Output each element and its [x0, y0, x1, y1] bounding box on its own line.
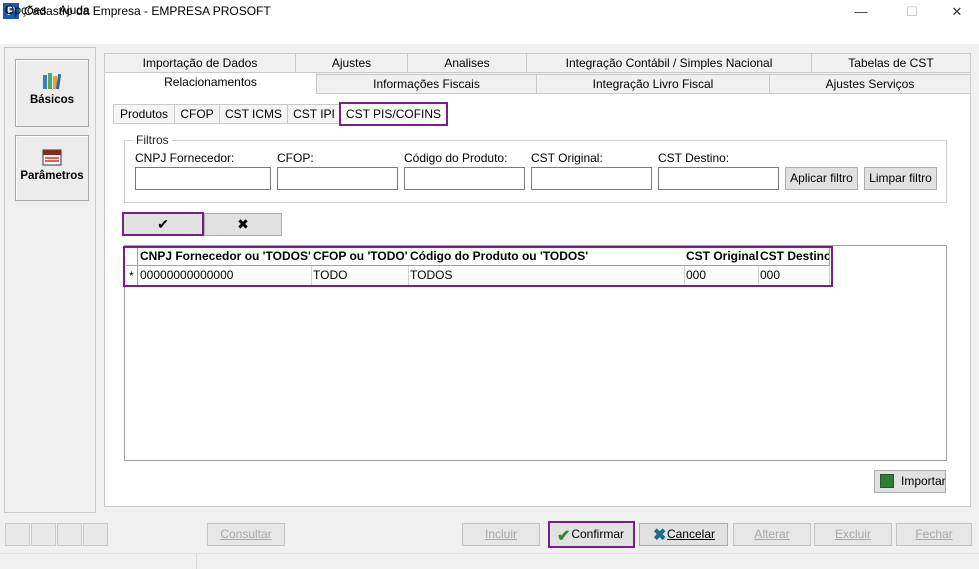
maximize-button[interactable]: ☐ [889, 0, 935, 24]
minimize-button[interactable]: — [838, 0, 884, 24]
cst-destino-input[interactable] [658, 167, 779, 190]
cst-destino-label: CST Destino: [658, 151, 730, 165]
codigo-label: Código do Produto: [404, 151, 508, 165]
apply-filter-button[interactable]: Aplicar filtro [785, 167, 858, 190]
nav-cancel-button[interactable]: ✖ [204, 213, 282, 236]
tab-integracao-contabil[interactable]: Integração Contábil / Simples Nacional [526, 53, 812, 73]
excluir-button[interactable]: Excluir [814, 523, 892, 546]
tab-analises[interactable]: Analises [407, 53, 527, 73]
basicos-label: Básicos [29, 94, 75, 106]
subtab-cst-icms[interactable]: CST ICMS [219, 104, 288, 124]
alterar-button[interactable]: Alterar [733, 523, 811, 546]
cnpj-label: CNPJ Fornecedor: [135, 151, 235, 165]
checkmark-icon: ✔ [557, 528, 571, 545]
subtab-produtos[interactable]: Produtos [113, 104, 175, 124]
cst-original-input[interactable] [531, 167, 652, 190]
tab-integracao-livro-fiscal[interactable]: Integração Livro Fiscal [536, 74, 770, 94]
clear-filter-button[interactable]: Limpar filtro [864, 167, 937, 190]
subtab-cst-ipi[interactable]: CST IPI [287, 104, 341, 124]
calendar-icon [42, 149, 62, 166]
basicos-button[interactable]: Básicos [15, 59, 89, 127]
cfop-label: CFOP: [277, 151, 314, 165]
nav-next-button[interactable] [57, 523, 82, 546]
status-bar [0, 553, 979, 569]
codigo-input[interactable] [404, 167, 525, 190]
excel-icon [880, 474, 894, 488]
books-icon [43, 73, 62, 90]
subtab-cfop[interactable]: CFOP [174, 104, 220, 124]
nav-first-button[interactable] [5, 523, 30, 546]
tab-tabelas-cst[interactable]: Tabelas de CST [811, 53, 971, 73]
close-button[interactable]: ✕ [934, 0, 979, 24]
incluir-button[interactable]: Incluir [462, 523, 540, 546]
grid-row-highlight [123, 246, 833, 287]
nav-prev-button[interactable] [31, 523, 56, 546]
menu-bar [0, 24, 979, 44]
status-separator [196, 554, 197, 569]
cnpj-input[interactable] [135, 167, 271, 190]
tab-relacionamentos[interactable]: Relacionamentos [104, 72, 317, 93]
cst-original-label: CST Original: [531, 151, 603, 165]
parametros-label: Parâmetros [20, 170, 84, 182]
tab-ajustes-servicos[interactable]: Ajustes Serviços [769, 74, 971, 94]
nav-confirm-button[interactable]: ✔ [122, 212, 204, 236]
tab-ajustes[interactable]: Ajustes [295, 53, 408, 73]
menu-ajuda[interactable]: Ajuda [59, 3, 90, 17]
filters-legend: Filtros [133, 133, 172, 147]
tab-importacao-dados[interactable]: Importação de Dados [104, 53, 296, 73]
cancel-x-icon: ✖ [653, 527, 667, 544]
subtab-cst-pis-cofins[interactable]: CST PIS/COFINS [339, 102, 448, 126]
consultar-button[interactable]: Consultar [207, 523, 285, 546]
tab-informacoes-fiscais[interactable]: Informações Fiscais [316, 74, 537, 94]
parametros-button[interactable]: Parâmetros [15, 135, 89, 201]
menu-opcoes[interactable]: Opções [5, 3, 46, 17]
fechar-button[interactable]: Fechar [896, 523, 972, 546]
cfop-input[interactable] [277, 167, 398, 190]
left-panel: Básicos Parâmetros [4, 47, 96, 513]
nav-last-button[interactable] [83, 523, 108, 546]
